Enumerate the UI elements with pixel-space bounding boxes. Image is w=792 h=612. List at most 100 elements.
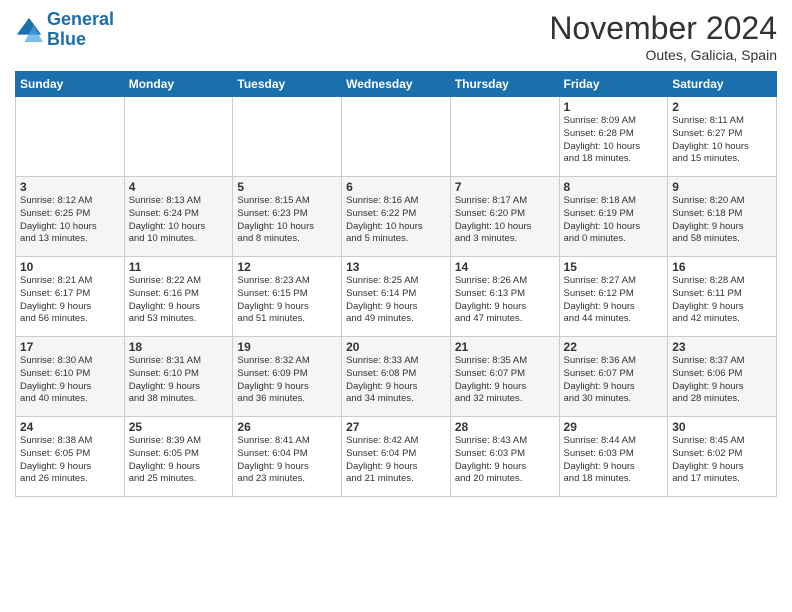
day-cell: 10Sunrise: 8:21 AM Sunset: 6:17 PM Dayli… <box>16 257 125 337</box>
day-cell: 2Sunrise: 8:11 AM Sunset: 6:27 PM Daylig… <box>668 97 777 177</box>
day-cell: 4Sunrise: 8:13 AM Sunset: 6:24 PM Daylig… <box>124 177 233 257</box>
day-cell: 1Sunrise: 8:09 AM Sunset: 6:28 PM Daylig… <box>559 97 668 177</box>
day-number: 17 <box>20 340 120 354</box>
day-cell: 30Sunrise: 8:45 AM Sunset: 6:02 PM Dayli… <box>668 417 777 497</box>
day-info: Sunrise: 8:43 AM Sunset: 6:03 PM Dayligh… <box>455 435 555 486</box>
day-cell: 21Sunrise: 8:35 AM Sunset: 6:07 PM Dayli… <box>450 337 559 417</box>
day-cell: 24Sunrise: 8:38 AM Sunset: 6:05 PM Dayli… <box>16 417 125 497</box>
day-info: Sunrise: 8:42 AM Sunset: 6:04 PM Dayligh… <box>346 435 446 486</box>
day-info: Sunrise: 8:22 AM Sunset: 6:16 PM Dayligh… <box>129 275 229 326</box>
day-number: 11 <box>129 260 229 274</box>
day-info: Sunrise: 8:30 AM Sunset: 6:10 PM Dayligh… <box>20 355 120 406</box>
day-number: 2 <box>672 100 772 114</box>
week-row-2: 10Sunrise: 8:21 AM Sunset: 6:17 PM Dayli… <box>16 257 777 337</box>
day-cell: 29Sunrise: 8:44 AM Sunset: 6:03 PM Dayli… <box>559 417 668 497</box>
col-sunday: Sunday <box>16 72 125 97</box>
day-info: Sunrise: 8:38 AM Sunset: 6:05 PM Dayligh… <box>20 435 120 486</box>
day-cell: 6Sunrise: 8:16 AM Sunset: 6:22 PM Daylig… <box>342 177 451 257</box>
day-cell <box>450 97 559 177</box>
day-cell: 12Sunrise: 8:23 AM Sunset: 6:15 PM Dayli… <box>233 257 342 337</box>
day-number: 28 <box>455 420 555 434</box>
day-number: 19 <box>237 340 337 354</box>
day-number: 6 <box>346 180 446 194</box>
day-number: 24 <box>20 420 120 434</box>
day-info: Sunrise: 8:11 AM Sunset: 6:27 PM Dayligh… <box>672 115 772 166</box>
day-number: 1 <box>564 100 664 114</box>
logo: General Blue <box>15 10 114 50</box>
day-number: 12 <box>237 260 337 274</box>
day-info: Sunrise: 8:44 AM Sunset: 6:03 PM Dayligh… <box>564 435 664 486</box>
day-info: Sunrise: 8:41 AM Sunset: 6:04 PM Dayligh… <box>237 435 337 486</box>
day-number: 7 <box>455 180 555 194</box>
day-number: 10 <box>20 260 120 274</box>
day-number: 30 <box>672 420 772 434</box>
day-info: Sunrise: 8:27 AM Sunset: 6:12 PM Dayligh… <box>564 275 664 326</box>
title-block: November 2024 Outes, Galicia, Spain <box>549 10 777 63</box>
day-cell: 19Sunrise: 8:32 AM Sunset: 6:09 PM Dayli… <box>233 337 342 417</box>
calendar: Sunday Monday Tuesday Wednesday Thursday… <box>15 71 777 497</box>
day-number: 16 <box>672 260 772 274</box>
col-thursday: Thursday <box>450 72 559 97</box>
col-monday: Monday <box>124 72 233 97</box>
day-cell <box>233 97 342 177</box>
day-cell: 13Sunrise: 8:25 AM Sunset: 6:14 PM Dayli… <box>342 257 451 337</box>
day-info: Sunrise: 8:32 AM Sunset: 6:09 PM Dayligh… <box>237 355 337 406</box>
day-info: Sunrise: 8:33 AM Sunset: 6:08 PM Dayligh… <box>346 355 446 406</box>
day-number: 3 <box>20 180 120 194</box>
day-info: Sunrise: 8:20 AM Sunset: 6:18 PM Dayligh… <box>672 195 772 246</box>
day-info: Sunrise: 8:21 AM Sunset: 6:17 PM Dayligh… <box>20 275 120 326</box>
week-row-3: 17Sunrise: 8:30 AM Sunset: 6:10 PM Dayli… <box>16 337 777 417</box>
day-cell: 5Sunrise: 8:15 AM Sunset: 6:23 PM Daylig… <box>233 177 342 257</box>
day-cell: 17Sunrise: 8:30 AM Sunset: 6:10 PM Dayli… <box>16 337 125 417</box>
page: General Blue November 2024 Outes, Galici… <box>0 0 792 612</box>
day-number: 20 <box>346 340 446 354</box>
day-number: 27 <box>346 420 446 434</box>
day-info: Sunrise: 8:18 AM Sunset: 6:19 PM Dayligh… <box>564 195 664 246</box>
day-cell: 14Sunrise: 8:26 AM Sunset: 6:13 PM Dayli… <box>450 257 559 337</box>
day-info: Sunrise: 8:45 AM Sunset: 6:02 PM Dayligh… <box>672 435 772 486</box>
day-info: Sunrise: 8:09 AM Sunset: 6:28 PM Dayligh… <box>564 115 664 166</box>
day-cell: 26Sunrise: 8:41 AM Sunset: 6:04 PM Dayli… <box>233 417 342 497</box>
day-cell: 7Sunrise: 8:17 AM Sunset: 6:20 PM Daylig… <box>450 177 559 257</box>
col-wednesday: Wednesday <box>342 72 451 97</box>
day-cell <box>16 97 125 177</box>
day-number: 9 <box>672 180 772 194</box>
day-info: Sunrise: 8:39 AM Sunset: 6:05 PM Dayligh… <box>129 435 229 486</box>
day-number: 8 <box>564 180 664 194</box>
col-friday: Friday <box>559 72 668 97</box>
day-cell: 23Sunrise: 8:37 AM Sunset: 6:06 PM Dayli… <box>668 337 777 417</box>
day-number: 26 <box>237 420 337 434</box>
day-cell: 27Sunrise: 8:42 AM Sunset: 6:04 PM Dayli… <box>342 417 451 497</box>
subtitle: Outes, Galicia, Spain <box>549 47 777 63</box>
day-number: 13 <box>346 260 446 274</box>
day-number: 23 <box>672 340 772 354</box>
day-cell: 15Sunrise: 8:27 AM Sunset: 6:12 PM Dayli… <box>559 257 668 337</box>
header: General Blue November 2024 Outes, Galici… <box>15 10 777 63</box>
logo-text: General Blue <box>47 10 114 50</box>
calendar-header: Sunday Monday Tuesday Wednesday Thursday… <box>16 72 777 97</box>
logo-line2: Blue <box>47 29 86 49</box>
day-cell: 28Sunrise: 8:43 AM Sunset: 6:03 PM Dayli… <box>450 417 559 497</box>
day-number: 22 <box>564 340 664 354</box>
logo-icon <box>15 16 43 44</box>
col-tuesday: Tuesday <box>233 72 342 97</box>
day-info: Sunrise: 8:15 AM Sunset: 6:23 PM Dayligh… <box>237 195 337 246</box>
day-number: 21 <box>455 340 555 354</box>
day-cell: 16Sunrise: 8:28 AM Sunset: 6:11 PM Dayli… <box>668 257 777 337</box>
day-info: Sunrise: 8:16 AM Sunset: 6:22 PM Dayligh… <box>346 195 446 246</box>
day-cell: 20Sunrise: 8:33 AM Sunset: 6:08 PM Dayli… <box>342 337 451 417</box>
day-cell: 8Sunrise: 8:18 AM Sunset: 6:19 PM Daylig… <box>559 177 668 257</box>
month-title: November 2024 <box>549 10 777 47</box>
logo-line1: General <box>47 9 114 29</box>
day-cell: 25Sunrise: 8:39 AM Sunset: 6:05 PM Dayli… <box>124 417 233 497</box>
day-info: Sunrise: 8:28 AM Sunset: 6:11 PM Dayligh… <box>672 275 772 326</box>
day-cell <box>124 97 233 177</box>
week-row-4: 24Sunrise: 8:38 AM Sunset: 6:05 PM Dayli… <box>16 417 777 497</box>
day-cell: 9Sunrise: 8:20 AM Sunset: 6:18 PM Daylig… <box>668 177 777 257</box>
day-cell: 11Sunrise: 8:22 AM Sunset: 6:16 PM Dayli… <box>124 257 233 337</box>
day-number: 5 <box>237 180 337 194</box>
col-saturday: Saturday <box>668 72 777 97</box>
day-number: 4 <box>129 180 229 194</box>
day-number: 15 <box>564 260 664 274</box>
day-cell <box>342 97 451 177</box>
